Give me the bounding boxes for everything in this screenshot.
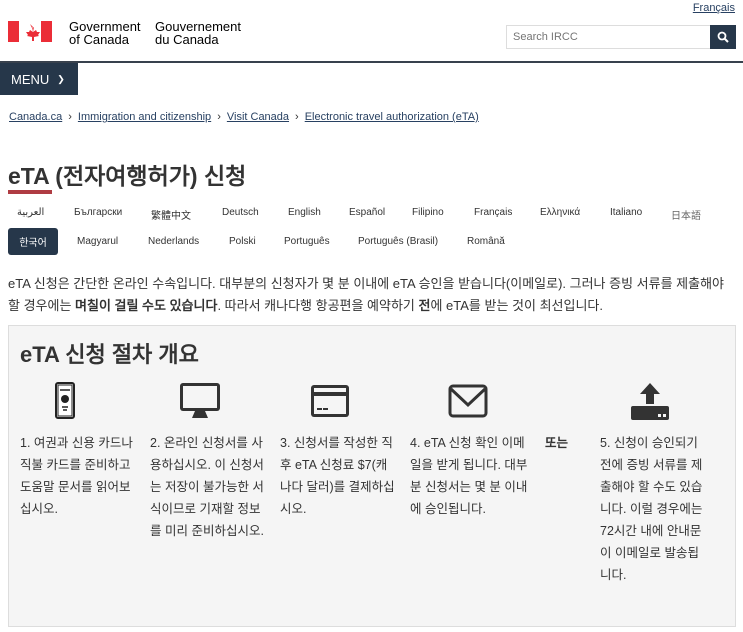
chevron-down-icon: ❯ — [57, 73, 65, 84]
language-link[interactable]: 繁體中文 — [151, 207, 191, 222]
language-link[interactable]: Français — [474, 207, 512, 218]
breadcrumb-link[interactable]: Visit Canada — [227, 111, 289, 123]
chevron-right-icon: › — [217, 111, 221, 123]
step-5: 5. 신청이 승인되기 전에 증빙 서류를 제출해야 할 수도 있습니다. 이럴… — [600, 436, 703, 582]
search-icon — [717, 31, 729, 43]
language-link[interactable]: English — [288, 207, 321, 218]
intro-bold: 며칠이 걸릴 수도 있습니다 — [75, 298, 218, 313]
passport-icon — [55, 382, 75, 419]
language-link[interactable]: Filipino — [412, 207, 444, 218]
language-link[interactable]: Български — [74, 207, 122, 218]
menu-button[interactable]: MENU ❯ — [0, 63, 78, 95]
language-link[interactable]: Italiano — [610, 207, 642, 218]
breadcrumb-link[interactable]: Canada.ca — [9, 111, 62, 123]
language-link[interactable]: Español — [349, 207, 385, 218]
language-link[interactable]: Deutsch — [222, 207, 259, 218]
language-link[interactable]: Polski — [229, 236, 256, 247]
credit-card-icon — [311, 385, 349, 417]
language-link[interactable]: 日本語 — [671, 207, 701, 222]
overview-title: eTA 신청 절차 개요 — [20, 342, 199, 367]
intro-text: . 따라서 캐나다행 항공편을 예약하기 — [217, 298, 419, 313]
breadcrumb-link[interactable]: Immigration and citizenship — [78, 111, 211, 123]
menu-label: MENU — [11, 71, 50, 87]
or-label: 또는 — [545, 436, 569, 450]
gov-signature-fr[interactable]: Gouvernement du Canada — [155, 20, 241, 46]
intro-bold: 전 — [418, 298, 431, 313]
gov-en-line2: of Canada — [69, 32, 129, 47]
step-1: 1. 여권과 신용 카드나 직불 카드를 준비하고 도움말 문서를 읽어보십시오… — [20, 436, 133, 516]
page-title: eTA (전자여행허가) 신청 — [8, 163, 247, 189]
language-link[interactable]: Magyarul — [77, 236, 118, 247]
title-underline — [8, 190, 52, 194]
upload-icon — [631, 383, 669, 420]
header-divider — [0, 61, 743, 63]
language-toggle-link[interactable]: Français — [693, 2, 735, 14]
step-4: 4. eTA 신청 확인 이메일을 받게 됩니다. 대부분 신청서는 몇 분 이… — [410, 436, 528, 516]
language-link[interactable]: Nederlands — [148, 236, 199, 247]
language-link[interactable]: Português (Brasil) — [358, 236, 438, 247]
chevron-right-icon: › — [68, 111, 72, 123]
canada-flag-icon — [8, 21, 52, 42]
search-button[interactable] — [710, 25, 736, 49]
breadcrumb-link[interactable]: Electronic travel authorization (eTA) — [305, 111, 479, 123]
language-current[interactable]: 한국어 — [8, 228, 58, 255]
language-link[interactable]: Română — [467, 236, 505, 247]
language-link[interactable]: Ελληνικά — [540, 207, 580, 218]
step-3: 3. 신청서를 작성한 직후 eTA 신청료 $7(캐나다 달러)를 결제하십시… — [280, 436, 395, 516]
envelope-icon — [448, 384, 488, 418]
gov-signature-en[interactable]: Government of Canada — [69, 20, 141, 46]
breadcrumb: Canada.ca › Immigration and citizenship › … — [9, 111, 479, 123]
intro-text: 에 eTA를 받는 것이 최선입니다. — [430, 298, 603, 313]
chevron-right-icon: › — [295, 111, 299, 123]
language-link[interactable]: العربية — [17, 207, 44, 218]
step-2: 2. 온라인 신청서를 사용하십시오. 이 신청서는 저장이 불가능한 서식이므… — [150, 436, 264, 538]
intro-paragraph: eTA 신청은 간단한 온라인 수속입니다. 대부분의 신청자가 몇 분 이내에… — [8, 273, 738, 317]
search-input[interactable] — [506, 25, 711, 49]
language-link[interactable]: Português — [284, 236, 330, 247]
computer-icon — [180, 383, 220, 418]
gov-fr-line2: du Canada — [155, 32, 219, 47]
